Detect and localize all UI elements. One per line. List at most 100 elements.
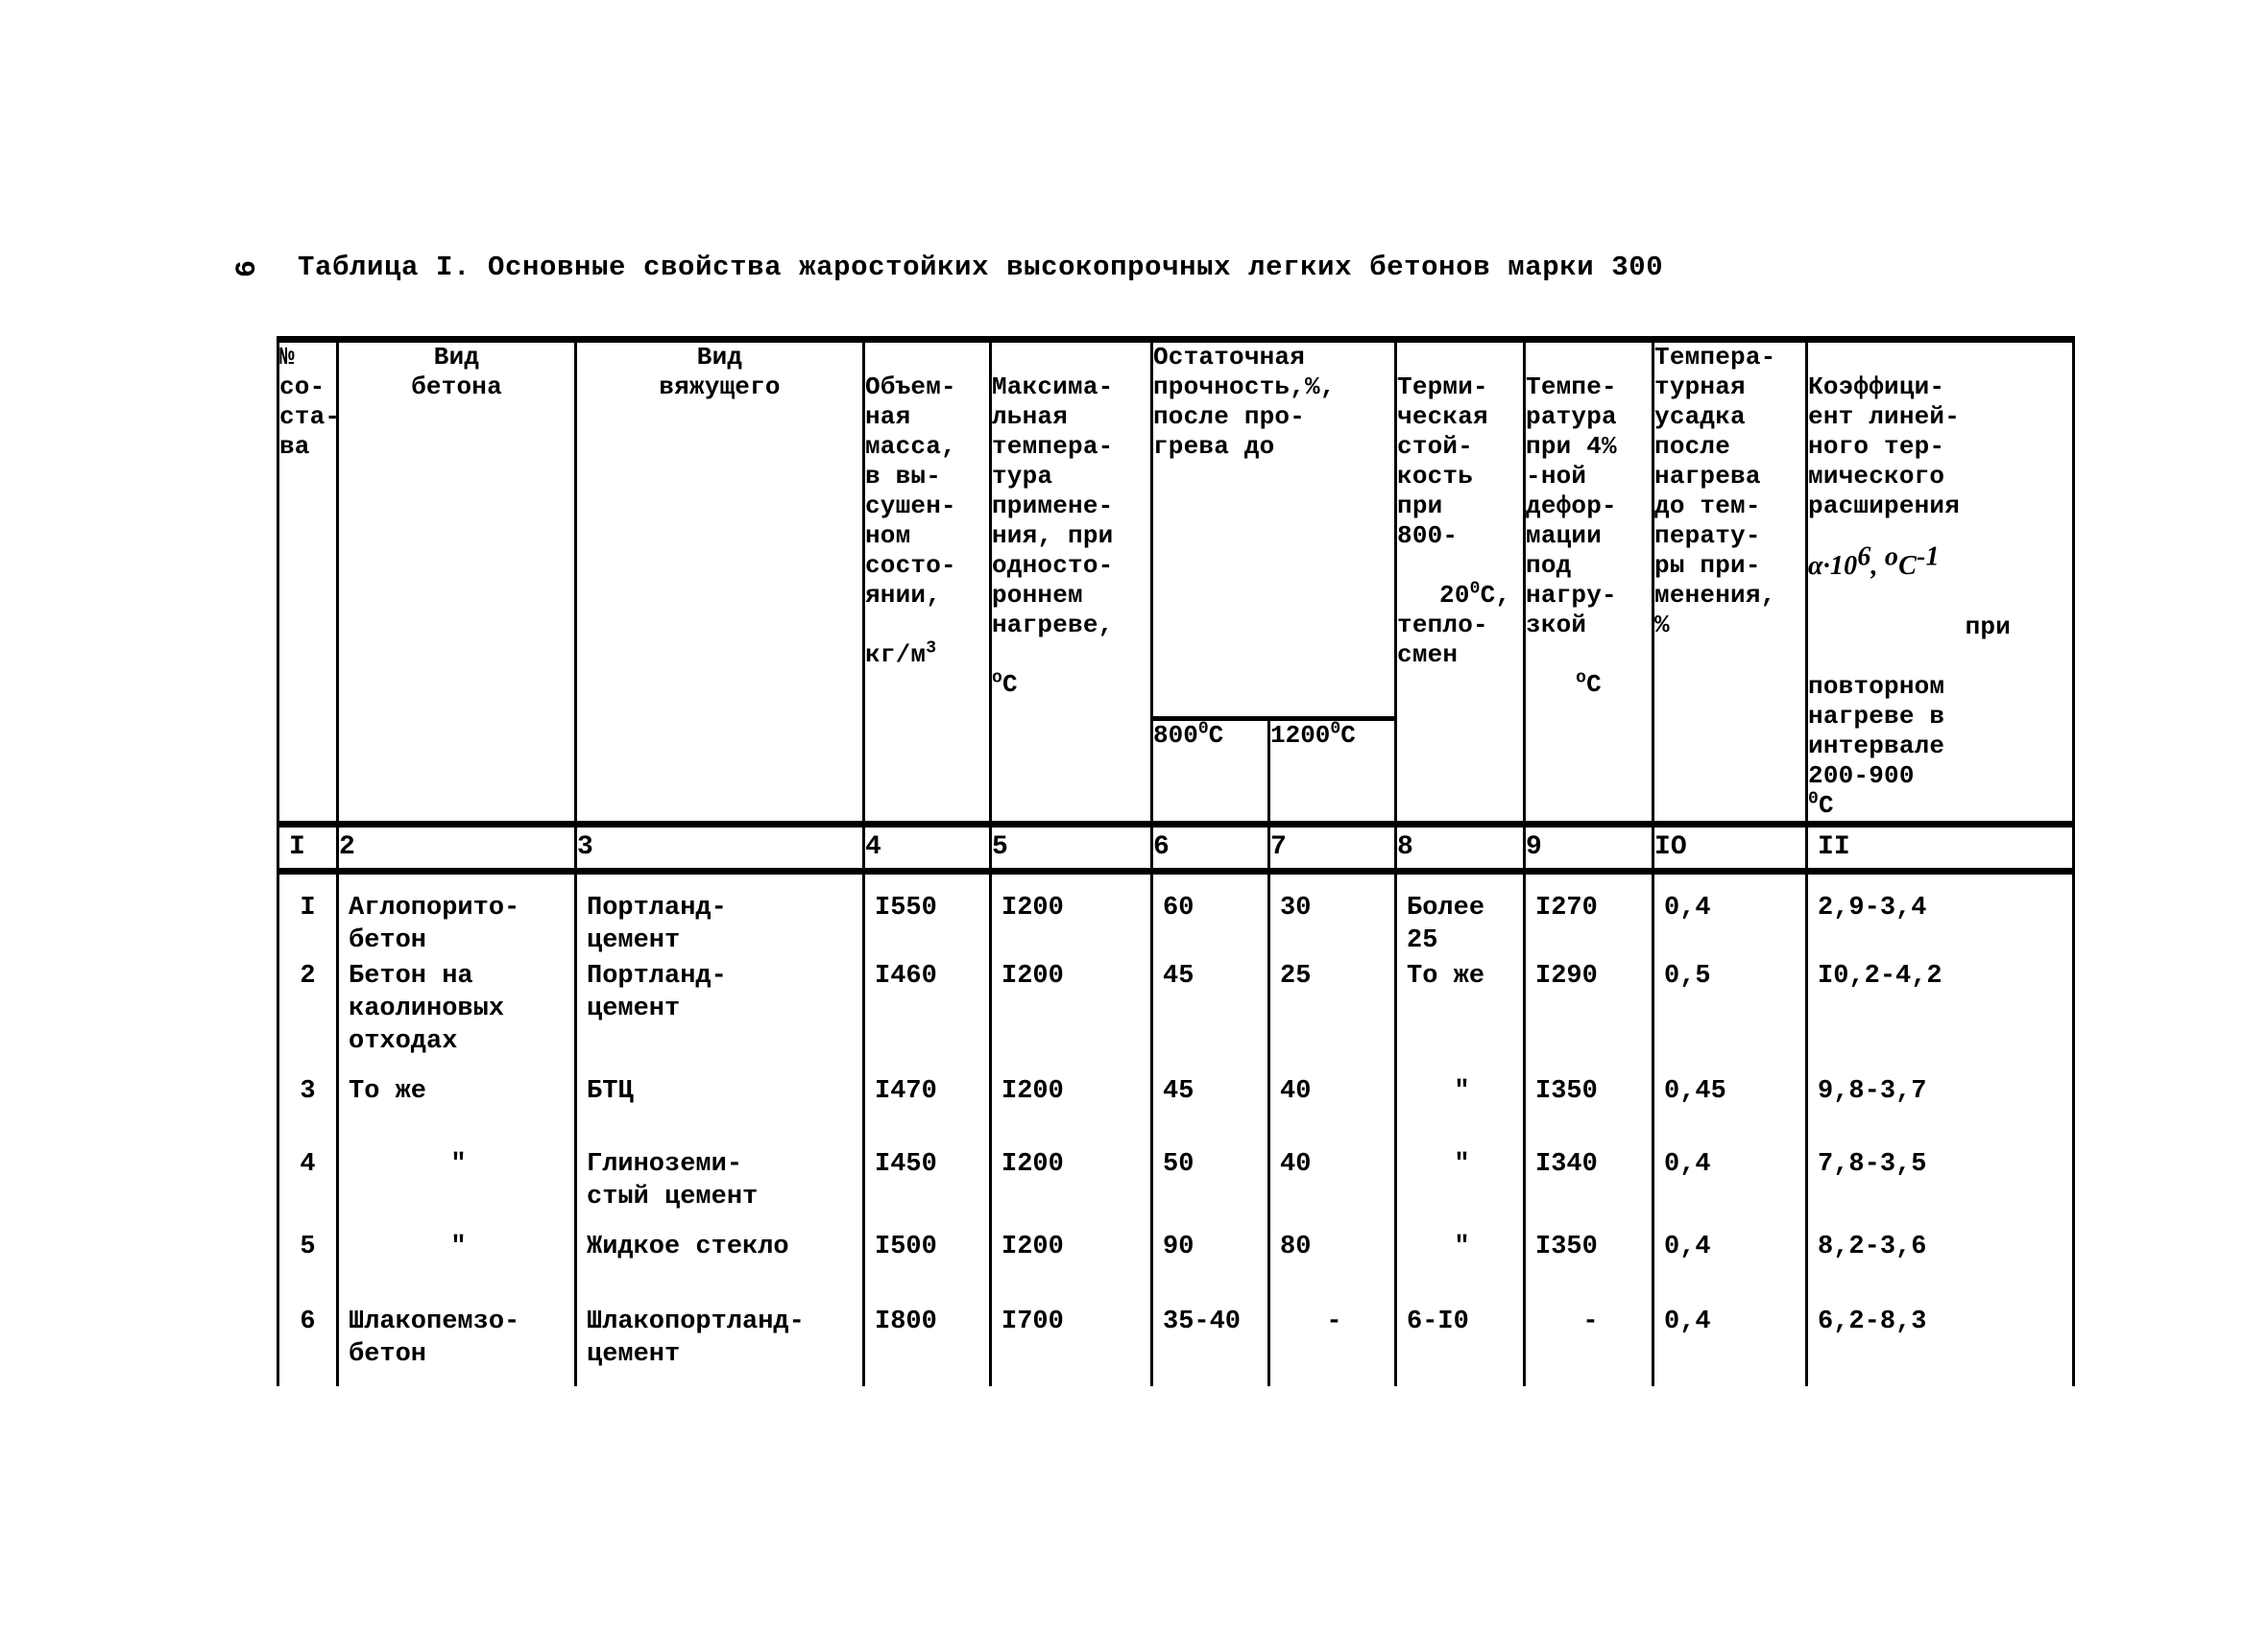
table-row: 4 " Глиноземи- стый цемент I450 I200 50 … bbox=[277, 1147, 2076, 1231]
header-thermal-resistance-line2: 200С, bbox=[1397, 579, 1511, 611]
cell-deformation-temperature: - bbox=[1523, 1305, 1655, 1386]
cell-bulk-density: I470 bbox=[862, 1074, 992, 1148]
cell-concrete-type: Бетон на каолиновых отходах bbox=[336, 959, 577, 1075]
header-expansion-interval-deg: 0 bbox=[1808, 789, 1820, 809]
header-expansion-interval: повторном нагреве в интервале 200-900 bbox=[1808, 672, 1945, 790]
header-binder-type: Вид вяжущего bbox=[574, 336, 865, 825]
header-thermal-resistance-tail: тепло- смен bbox=[1397, 611, 1488, 669]
header-expansion-text: Коэффици- ент линей- ного тер- мического… bbox=[1808, 372, 1961, 520]
column-number-8: 8 bbox=[1394, 821, 1527, 875]
header-residual-800: 8000С bbox=[1150, 716, 1270, 825]
cell-deformation-temperature: I350 bbox=[1523, 1074, 1655, 1148]
cell-binder-type: Глиноземи- стый цемент bbox=[574, 1147, 865, 1231]
cell-composition-number: 2 bbox=[277, 959, 339, 1075]
cell-bulk-density: I550 bbox=[862, 871, 992, 960]
header-residual-strength-group: Остаточная прочность,%, после про- грева… bbox=[1149, 335, 1398, 719]
cell-binder-type: БТЦ bbox=[574, 1074, 865, 1148]
header-residual-800-deg: 0 bbox=[1197, 719, 1209, 739]
header-bulk-density-units-sup: 3 bbox=[926, 638, 937, 659]
cell-thermal-resistance: Более 25 bbox=[1394, 871, 1527, 960]
cell-shrinkage: 0,4 bbox=[1652, 1305, 1809, 1386]
cell-composition-number: 6 bbox=[277, 1305, 339, 1386]
table-header-row: № со- ста- ва Вид бетона Вид вяжущего Об… bbox=[277, 335, 2076, 825]
header-thermal-resistance-20: 20 bbox=[1439, 581, 1470, 610]
header-deformation-temperature-text: Темпе- ратура при 4% -ной дефор- мации п… bbox=[1526, 372, 1617, 639]
header-expansion-c: С bbox=[1898, 551, 1918, 581]
header-expansion-comma: , bbox=[1870, 551, 1885, 581]
column-number-9: 9 bbox=[1523, 821, 1655, 875]
cell-expansion: 7,8-3,5 bbox=[1805, 1147, 2076, 1231]
cell-composition-number: 5 bbox=[277, 1230, 339, 1306]
cell-thermal-resistance: 6-I0 bbox=[1394, 1305, 1527, 1386]
header-residual-1200-deg: 0 bbox=[1330, 719, 1341, 739]
cell-composition-number: I bbox=[277, 871, 339, 960]
table-container: № со- ста- ва Вид бетона Вид вяжущего Об… bbox=[277, 335, 2076, 1386]
cell-composition-number: 4 bbox=[277, 1147, 339, 1231]
cell-residual-800: 90 bbox=[1150, 1230, 1270, 1306]
column-number-3: 3 bbox=[574, 821, 865, 875]
header-thermal-resistance-deg: 0 bbox=[1469, 579, 1481, 599]
cell-deformation-temperature: I270 bbox=[1523, 871, 1655, 960]
cell-max-temperature: I200 bbox=[989, 871, 1153, 960]
cell-composition-number: 3 bbox=[277, 1074, 339, 1148]
cell-deformation-temperature: I340 bbox=[1523, 1147, 1655, 1231]
header-bulk-density-units: кг/м bbox=[865, 640, 927, 669]
cell-shrinkage: 0,45 bbox=[1652, 1074, 1809, 1148]
cell-binder-type: Портланд- цемент bbox=[574, 959, 865, 1075]
cell-max-temperature: I200 bbox=[989, 1074, 1153, 1148]
table-caption: Таблица I. Основные свойства жаростойких… bbox=[298, 252, 1664, 283]
cell-residual-800: 45 bbox=[1150, 959, 1270, 1075]
cell-concrete-type: " bbox=[336, 1147, 577, 1231]
cell-max-temperature: I200 bbox=[989, 1230, 1153, 1306]
cell-bulk-density: I500 bbox=[862, 1230, 992, 1306]
header-residual-800-c: С bbox=[1208, 721, 1224, 751]
cell-shrinkage: 0,5 bbox=[1652, 959, 1809, 1075]
cell-concrete-type: Аглопорито- бетон bbox=[336, 871, 577, 960]
header-expansion-interval-c: С bbox=[1819, 791, 1834, 820]
header-thermal-expansion-coefficient: Коэффици- ент линей- ного тер- мического… bbox=[1805, 336, 2076, 825]
cell-binder-type: Портланд- цемент bbox=[574, 871, 865, 960]
table-row: 3 То же БТЦ I470 I200 45 40 " I350 0,45 … bbox=[277, 1074, 2076, 1148]
cell-thermal-resistance: " bbox=[1394, 1074, 1527, 1148]
cell-shrinkage: 0,4 bbox=[1652, 871, 1809, 960]
cell-bulk-density: I460 bbox=[862, 959, 992, 1075]
header-expansion-formula: α·106, оС-1 bbox=[1808, 543, 2072, 583]
cell-residual-1200: 40 bbox=[1267, 1147, 1398, 1231]
column-number-7: 7 bbox=[1267, 821, 1398, 875]
cell-shrinkage: 0,4 bbox=[1652, 1230, 1809, 1306]
table-row: 5 " Жидкое стекло I500 I200 90 80 " I350… bbox=[277, 1230, 2076, 1306]
header-expansion-exp: -1 bbox=[1917, 541, 1940, 572]
cell-residual-1200: 40 bbox=[1267, 1074, 1398, 1148]
header-expansion-alpha: α·10 bbox=[1808, 551, 1858, 581]
header-expansion-alpha-sup: 6 bbox=[1857, 541, 1871, 572]
column-number-5: 5 bbox=[989, 821, 1153, 875]
header-concrete-type: Вид бетона bbox=[336, 336, 577, 825]
cell-concrete-type: " bbox=[336, 1230, 577, 1306]
header-thermal-resistance: Терми- ческая стой- кость при 800- 200С,… bbox=[1394, 336, 1527, 825]
column-number-11: II bbox=[1805, 821, 2076, 875]
cell-residual-800: 60 bbox=[1150, 871, 1270, 960]
header-residual-1200-value: 1200 bbox=[1270, 721, 1331, 751]
cell-bulk-density: I800 bbox=[862, 1305, 992, 1386]
header-max-temperature-c: С bbox=[1002, 670, 1018, 699]
cell-expansion: I0,2-4,2 bbox=[1805, 959, 2076, 1075]
header-bulk-density: Объем- ная масса, в вы- сушен- ном состо… bbox=[862, 336, 992, 825]
cell-shrinkage: 0,4 bbox=[1652, 1147, 1809, 1231]
header-residual-1200: 12000С bbox=[1267, 716, 1398, 825]
header-bulk-density-text: Объем- ная масса, в вы- сушен- ном состо… bbox=[865, 372, 956, 610]
header-deformation-temperature-c: С bbox=[1586, 670, 1602, 699]
cell-concrete-type: Шлакопемзо- бетон bbox=[336, 1305, 577, 1386]
cell-expansion: 9,8-3,7 bbox=[1805, 1074, 2076, 1148]
header-expansion-pri: при bbox=[1965, 612, 2012, 641]
cell-thermal-resistance: " bbox=[1394, 1230, 1527, 1306]
header-expansion-deg: о bbox=[1884, 541, 1899, 572]
header-max-temperature-deg: o bbox=[992, 668, 1003, 688]
cell-max-temperature: I200 bbox=[989, 1147, 1153, 1231]
cell-residual-1200: 25 bbox=[1267, 959, 1398, 1075]
table-column-number-row: I 2 3 4 5 6 7 8 9 IO II bbox=[277, 821, 2076, 875]
table-row: I Аглопорито- бетон Портланд- цемент I55… bbox=[277, 871, 2076, 960]
column-number-10: IO bbox=[1652, 821, 1809, 875]
cell-expansion: 2,9-3,4 bbox=[1805, 871, 2076, 960]
header-thermal-resistance-c: С, bbox=[1480, 581, 1511, 610]
cell-residual-1200: - bbox=[1267, 1305, 1398, 1386]
